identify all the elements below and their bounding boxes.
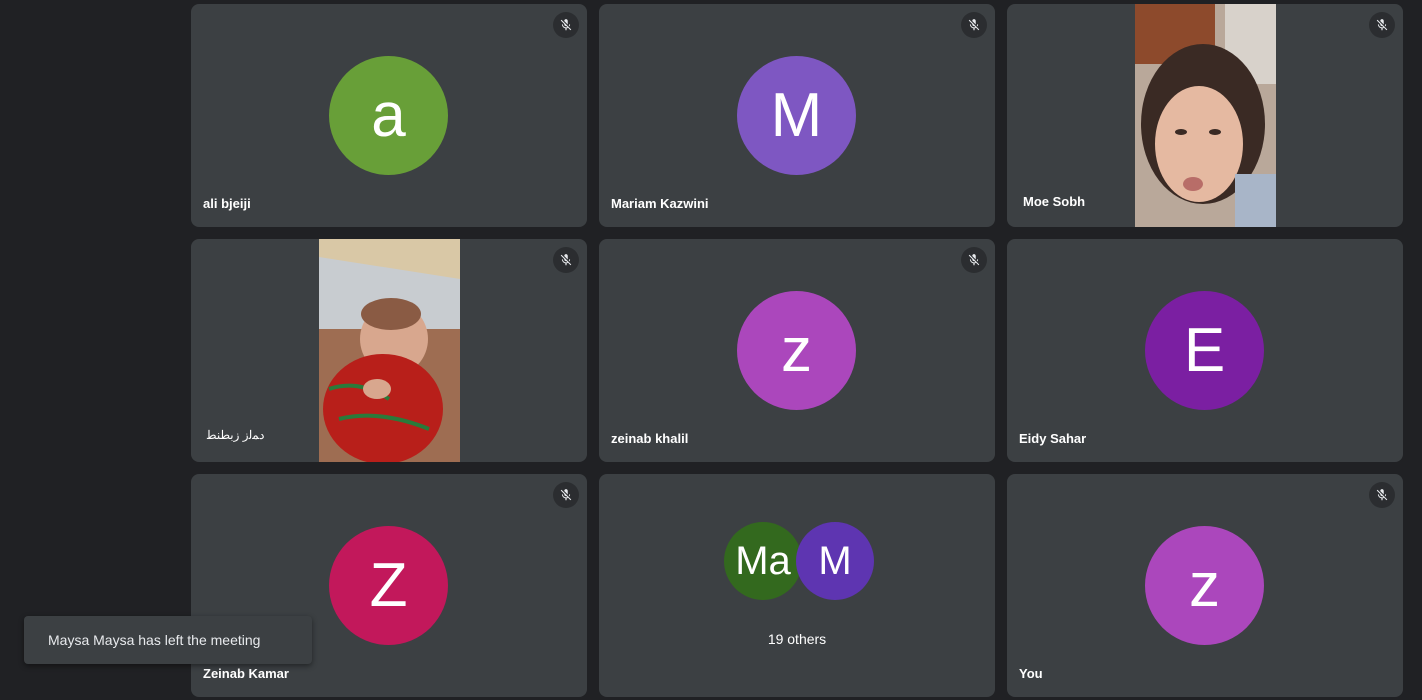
avatar: a [329,56,448,175]
avatar: M [796,522,874,600]
participant-name: ali bjeiji [203,196,251,211]
mic-off-icon [553,247,579,273]
participant-name: You [1019,666,1043,681]
meeting-stage: a ali bjeiji M Mariam Kazwini Moe Sobh ﺩ… [0,0,1422,700]
participant-tile-you[interactable]: z You [1007,474,1403,697]
avatar: z [1145,526,1264,645]
participant-name: Mariam Kazwini [611,196,709,211]
avatar: E [1145,291,1264,410]
participant-tile-mariam-kazwini[interactable]: M Mariam Kazwini [599,4,995,227]
participant-tile-eidy-sahar[interactable]: E Eidy Sahar [1007,239,1403,462]
participant-video [319,239,460,462]
left-meeting-toast: Maysa Maysa has left the meeting [24,616,312,664]
avatar: M [737,56,856,175]
avatar: Ma [724,522,802,600]
participant-name: ﺩﻤﻟﺯ ﺯﺑﻄﻨﻄ [207,428,265,442]
participant-tile-zeinab-khalil[interactable]: z zeinab khalil [599,239,995,462]
participant-tile-video-2[interactable]: ﺩﻤﻟﺯ ﺯﺑﻄﻨﻄ [191,239,587,462]
mic-off-icon [1369,482,1395,508]
participant-name: Eidy Sahar [1019,431,1087,446]
participant-tile-moe-sobh[interactable]: Moe Sobh [1007,4,1403,227]
mic-off-icon [1369,12,1395,38]
avatar: z [737,291,856,410]
mic-off-icon [961,12,987,38]
avatar: Z [329,526,448,645]
mic-off-icon [553,482,579,508]
others-tile[interactable]: Ma M 19 others [599,474,995,697]
participant-name: Zeinab Kamar [203,666,289,681]
participant-tile-ali-bjeiji[interactable]: a ali bjeiji [191,4,587,227]
mic-off-icon [553,12,579,38]
others-count-label: 19 others [767,631,827,647]
mic-off-icon [961,247,987,273]
participant-name: Moe Sobh [1023,194,1086,209]
participant-video [1135,4,1276,227]
participant-name: zeinab khalil [611,431,689,446]
